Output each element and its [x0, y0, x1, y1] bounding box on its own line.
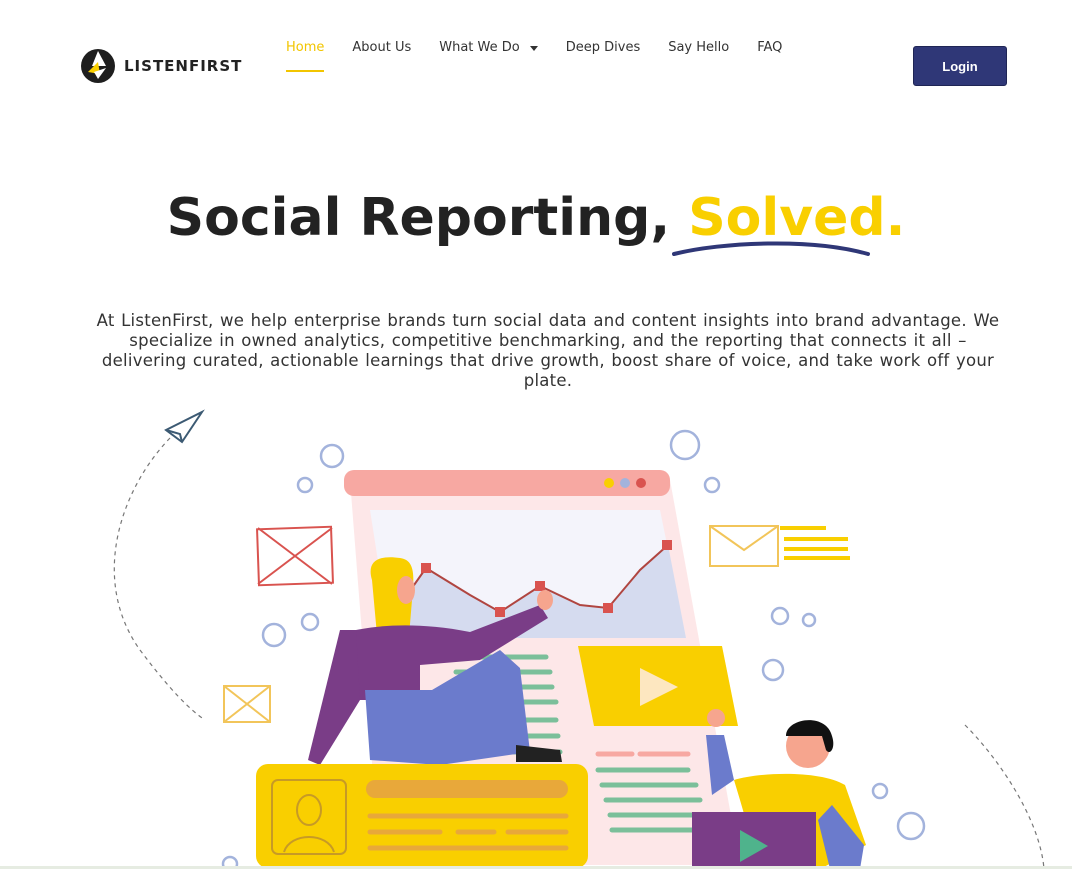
- paper-plane-icon: [164, 409, 205, 444]
- nav-label: Deep Dives: [565, 40, 641, 55]
- hero-description: At ListenFirst, we help enterprise brand…: [96, 311, 1000, 390]
- brand-logo[interactable]: LISTENFIRST: [80, 48, 242, 84]
- nav-label: What We Do: [439, 40, 520, 55]
- envelope-icon: [256, 525, 334, 587]
- dashed-trail-right: [964, 724, 1045, 869]
- nav-label: FAQ: [757, 40, 783, 55]
- dashed-trail: [113, 437, 206, 721]
- chevron-down-icon: [529, 45, 538, 51]
- nav-item-faq[interactable]: FAQ: [757, 38, 782, 58]
- hero-title: Social Reporting, Solved.: [0, 186, 1072, 250]
- nav-label: About Us: [352, 40, 412, 55]
- envelope-icon: [709, 525, 779, 567]
- title-underline-swoosh: [672, 241, 870, 256]
- nav-label: Say Hello: [668, 40, 730, 55]
- text-lines: [780, 526, 850, 560]
- nav-item-deep-dives[interactable]: Deep Dives: [566, 38, 640, 58]
- envelope-icon: [223, 685, 271, 723]
- nav-item-about-us[interactable]: About Us: [352, 38, 411, 58]
- nav-label: Home: [286, 40, 325, 55]
- login-button[interactable]: Login: [913, 46, 1007, 86]
- hero-title-main: Social Reporting,: [166, 188, 671, 248]
- nav-item-what-we-do[interactable]: What We Do: [439, 38, 538, 58]
- main-nav: Home About Us What We Do Deep Dives Say …: [286, 38, 810, 72]
- nav-item-home[interactable]: Home: [286, 38, 325, 72]
- boy-character: [692, 709, 866, 869]
- listenfirst-logo-icon: [81, 49, 115, 83]
- nav-item-say-hello[interactable]: Say Hello: [668, 38, 729, 58]
- brand-name: LISTENFIRST: [124, 57, 243, 75]
- site-header: LISTENFIRST Home About Us What We Do Dee…: [0, 0, 1072, 110]
- hero-illustration: [113, 409, 1045, 869]
- profile-card: [256, 764, 588, 868]
